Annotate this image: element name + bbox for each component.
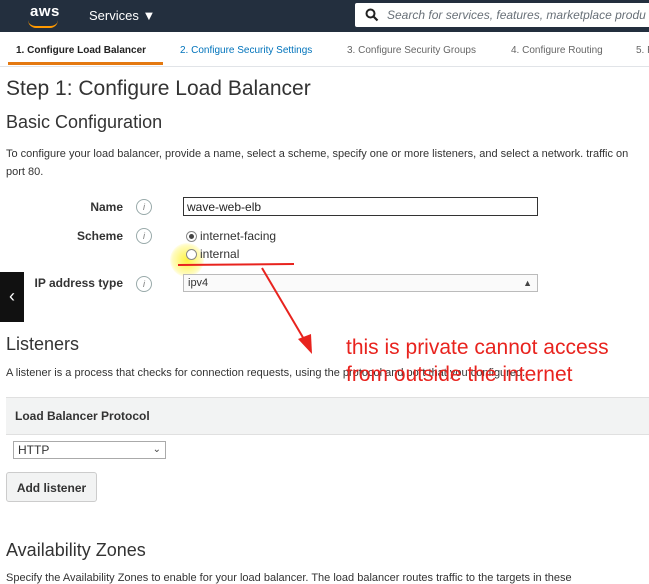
annotation-text-line-1: this is private cannot access	[346, 336, 609, 359]
annotation-arrow-line	[261, 267, 309, 347]
annotation-underline	[177, 263, 295, 266]
annotation-arrow-head	[298, 334, 312, 354]
annotation-overlay	[177, 263, 312, 354]
annotation-text-line-2: from outside the internet	[346, 363, 573, 386]
